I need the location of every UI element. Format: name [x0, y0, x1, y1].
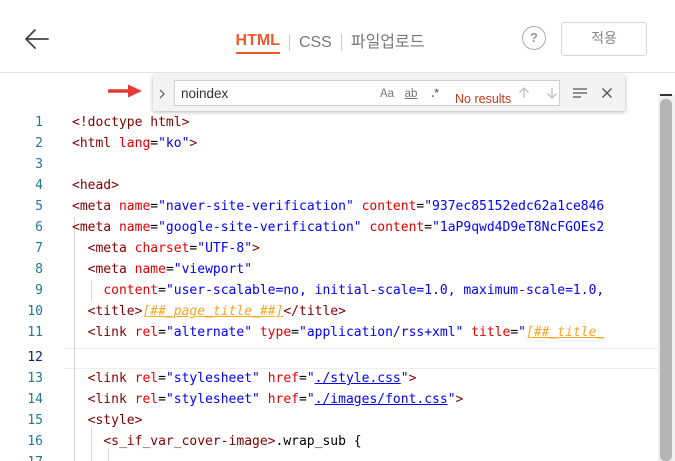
code-line: <meta name="naver-site-verification" con… [72, 199, 605, 214]
toggle-replace-button[interactable] [153, 75, 171, 111]
chevron-right-icon [159, 89, 165, 98]
line-number: 3 [35, 157, 43, 172]
arrow-down-icon [547, 88, 557, 99]
next-match-button[interactable] [542, 83, 562, 103]
code-line: <html lang="ko"> [72, 136, 198, 151]
whole-word-toggle[interactable]: ab [401, 85, 421, 103]
line-number: 2 [35, 136, 43, 151]
line-number-gutter: 1 2 3 4 5 6 7 8 9 10 11 12 13 14 15 16 1… [0, 73, 52, 461]
line-number: 17 [0, 452, 43, 461]
editor-header: HTML CSS 파일업로드 ? 적용 [0, 0, 675, 73]
regex-toggle[interactable]: .* [425, 85, 445, 103]
code-line: <meta name="viewport" [87, 262, 253, 277]
code-line: <s_if_var_cover-image>.wrap_sub { [103, 434, 362, 449]
tab-file-upload[interactable]: 파일업로드 [351, 33, 425, 53]
line-number: 7 [35, 241, 43, 256]
scrollbar-thumb[interactable] [660, 99, 672, 461]
code-line: <meta name="google-site-verification" co… [72, 220, 605, 235]
line-number: 11 [27, 325, 43, 340]
find-status: No results [455, 92, 512, 106]
tab-divider [340, 34, 342, 51]
find-input-box: Aa ab .* No results [174, 80, 560, 106]
code-line: <style> [87, 413, 143, 428]
code-content[interactable]: <!doctype html> <html lang="ko"> <head> … [72, 73, 658, 461]
scrollbar-position-marker [660, 94, 672, 96]
code-line: <!doctype html> [72, 115, 190, 130]
code-line: <link rel="stylesheet" href="./images/fo… [87, 392, 464, 407]
code-line: <link rel="alternate" type="application/… [87, 325, 605, 340]
line-number: 15 [27, 413, 43, 428]
red-arrow-icon [107, 84, 142, 98]
previous-match-button[interactable] [514, 83, 534, 103]
annotation-arrow [107, 83, 144, 103]
help-button[interactable]: ? [522, 26, 546, 50]
code-line: <title>[##_page_title_##]</title> [87, 304, 346, 319]
line-number: 8 [35, 262, 43, 277]
find-in-selection-button[interactable] [570, 83, 590, 103]
line-number: 4 [35, 178, 43, 193]
line-number: 1 [35, 115, 43, 130]
line-number: 13 [27, 371, 43, 386]
close-find-button[interactable] [597, 83, 617, 103]
code-line: <head> [72, 178, 119, 193]
find-widget: Aa ab .* No results [153, 75, 625, 111]
find-in-selection-icon [573, 88, 587, 98]
line-number: 9 [35, 283, 43, 298]
code-line: <link rel="stylesheet" href="./style.css… [87, 371, 417, 386]
line-number: 16 [27, 434, 43, 449]
find-input[interactable] [181, 84, 351, 102]
close-icon [602, 88, 612, 99]
line-number: 6 [35, 220, 43, 235]
tab-css[interactable]: CSS [299, 33, 332, 53]
code-line: content="user-scalable=no, initial-scale… [103, 283, 605, 298]
line-number-current: 12 [27, 350, 43, 365]
line-number: 5 [35, 199, 43, 214]
tab-html[interactable]: HTML [235, 31, 280, 54]
code-line: <meta charset="UTF-8"> [87, 241, 260, 256]
line-number: 10 [27, 304, 43, 319]
tab-divider [288, 34, 290, 51]
vertical-scrollbar[interactable] [658, 95, 675, 461]
help-icon: ? [530, 30, 538, 45]
code-editor[interactable]: 1 2 3 4 5 6 7 8 9 10 11 12 13 14 15 16 1… [0, 73, 675, 461]
match-case-toggle[interactable]: Aa [377, 85, 397, 103]
arrow-up-icon [519, 87, 529, 99]
apply-button[interactable]: 적용 [561, 22, 647, 56]
line-number: 14 [27, 392, 43, 407]
